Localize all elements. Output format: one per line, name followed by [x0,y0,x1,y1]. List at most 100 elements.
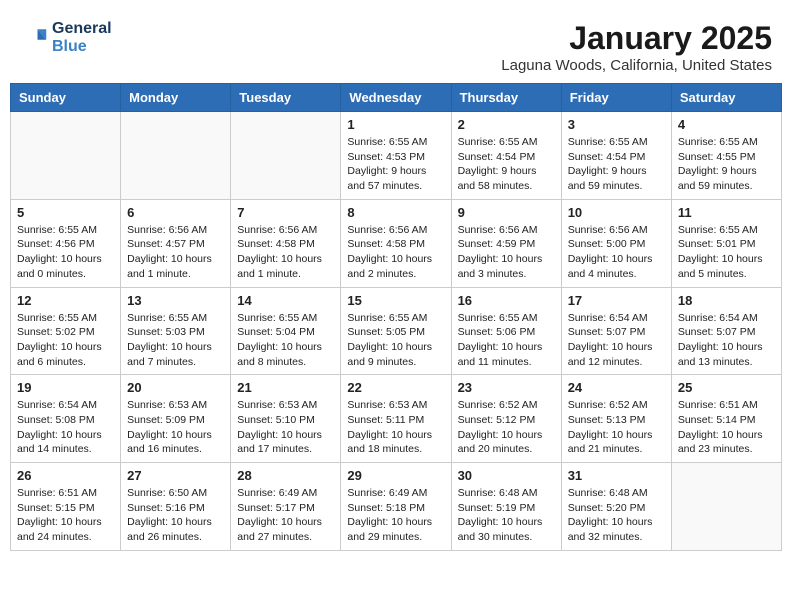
calendar-cell: 12Sunrise: 6:55 AM Sunset: 5:02 PM Dayli… [11,287,121,375]
calendar-cell: 20 Sunrise: 6:53 AM Sunset: 5:09 PM Dayli… [121,375,231,463]
day-info: Sunrise: 6:56 AM Sunset: 4:57 PM Dayligh… [127,223,224,282]
day-info: Sunrise: 6:48 AM Sunset: 5:19 PM Dayligh… [458,486,555,545]
month-title: January 2025 [501,20,772,57]
day-number: 2 [458,117,555,132]
day-number: 18 [678,293,775,308]
day-number: 4 [678,117,775,132]
day-info: Sunrise: 6:51 AM Sunset: 5:15 PM Dayligh… [17,486,114,545]
calendar-cell: 6 Sunrise: 6:56 AM Sunset: 4:57 PM Daylig… [121,199,231,287]
day-info: Sunrise: 6:56 AM Sunset: 4:58 PM Dayligh… [347,223,444,282]
day-number: 21 [237,380,334,395]
day-info: Sunrise: 6:48 AM Sunset: 5:20 PM Dayligh… [568,486,665,545]
day-number: 30 [458,468,555,483]
day-number: 20 [127,380,224,395]
page-header: General Blue January 2025 Laguna Woods, … [10,10,782,79]
calendar-cell: 28 Sunrise: 6:49 AM Sunset: 5:17 PM Dayli… [231,463,341,551]
calendar-cell [121,112,231,200]
day-info: Sunrise: 6:55 AM Sunset: 5:01 PM Dayligh… [678,223,775,282]
calendar-cell: 8 Sunrise: 6:56 AM Sunset: 4:58 PM Daylig… [341,199,451,287]
day-number: 12 [17,293,114,308]
day-number: 13 [127,293,224,308]
day-info: Sunrise: 6:52 AM Sunset: 5:12 PM Dayligh… [458,398,555,457]
calendar-week-1: 1Sunrise: 6:55 AM Sunset: 4:53 PM Daylig… [11,112,782,200]
day-number: 28 [237,468,334,483]
calendar-cell [671,463,781,551]
day-info: Sunrise: 6:55 AM Sunset: 5:05 PM Dayligh… [347,311,444,370]
logo: General Blue [20,20,112,56]
day-info: Sunrise: 6:54 AM Sunset: 5:07 PM Dayligh… [568,311,665,370]
day-number: 24 [568,380,665,395]
calendar-cell: 4 Sunrise: 6:55 AM Sunset: 4:55 PM Daylig… [671,112,781,200]
weekday-header-row: SundayMondayTuesdayWednesdayThursdayFrid… [11,84,782,112]
calendar-cell: 7 Sunrise: 6:56 AM Sunset: 4:58 PM Daylig… [231,199,341,287]
day-info: Sunrise: 6:55 AM Sunset: 4:54 PM Dayligh… [568,135,665,194]
calendar-cell: 24Sunrise: 6:52 AM Sunset: 5:13 PM Dayli… [561,375,671,463]
day-info: Sunrise: 6:50 AM Sunset: 5:16 PM Dayligh… [127,486,224,545]
day-number: 26 [17,468,114,483]
calendar-week-4: 19Sunrise: 6:54 AM Sunset: 5:08 PM Dayli… [11,375,782,463]
day-info: Sunrise: 6:53 AM Sunset: 5:09 PM Dayligh… [127,398,224,457]
day-info: Sunrise: 6:49 AM Sunset: 5:18 PM Dayligh… [347,486,444,545]
calendar-cell: 22 Sunrise: 6:53 AM Sunset: 5:11 PM Dayli… [341,375,451,463]
calendar-cell: 11 Sunrise: 6:55 AM Sunset: 5:01 PM Dayli… [671,199,781,287]
calendar-cell: 3 Sunrise: 6:55 AM Sunset: 4:54 PM Daylig… [561,112,671,200]
day-number: 3 [568,117,665,132]
day-number: 11 [678,205,775,220]
calendar-cell: 27 Sunrise: 6:50 AM Sunset: 5:16 PM Dayli… [121,463,231,551]
calendar-cell: 25 Sunrise: 6:51 AM Sunset: 5:14 PM Dayli… [671,375,781,463]
day-number: 16 [458,293,555,308]
day-info: Sunrise: 6:54 AM Sunset: 5:07 PM Dayligh… [678,311,775,370]
day-number: 23 [458,380,555,395]
day-number: 7 [237,205,334,220]
day-number: 14 [237,293,334,308]
day-info: Sunrise: 6:55 AM Sunset: 4:55 PM Dayligh… [678,135,775,194]
day-number: 8 [347,205,444,220]
calendar-cell: 26 Sunrise: 6:51 AM Sunset: 5:15 PM Dayli… [11,463,121,551]
calendar-cell: 19Sunrise: 6:54 AM Sunset: 5:08 PM Dayli… [11,375,121,463]
day-info: Sunrise: 6:56 AM Sunset: 4:58 PM Dayligh… [237,223,334,282]
weekday-header-wednesday: Wednesday [341,84,451,112]
location-title: Laguna Woods, California, United States [501,57,772,74]
calendar-cell: 18 Sunrise: 6:54 AM Sunset: 5:07 PM Dayli… [671,287,781,375]
day-number: 25 [678,380,775,395]
day-info: Sunrise: 6:53 AM Sunset: 5:10 PM Dayligh… [237,398,334,457]
day-info: Sunrise: 6:55 AM Sunset: 5:04 PM Dayligh… [237,311,334,370]
day-number: 6 [127,205,224,220]
calendar-cell: 16 Sunrise: 6:55 AM Sunset: 5:06 PM Dayli… [451,287,561,375]
calendar-cell: 29Sunrise: 6:49 AM Sunset: 5:18 PM Dayli… [341,463,451,551]
weekday-header-monday: Monday [121,84,231,112]
day-info: Sunrise: 6:51 AM Sunset: 5:14 PM Dayligh… [678,398,775,457]
day-info: Sunrise: 6:54 AM Sunset: 5:08 PM Dayligh… [17,398,114,457]
day-info: Sunrise: 6:55 AM Sunset: 4:56 PM Dayligh… [17,223,114,282]
calendar-week-5: 26 Sunrise: 6:51 AM Sunset: 5:15 PM Dayli… [11,463,782,551]
day-number: 1 [347,117,444,132]
calendar-cell [11,112,121,200]
day-info: Sunrise: 6:49 AM Sunset: 5:17 PM Dayligh… [237,486,334,545]
calendar-cell: 30 Sunrise: 6:48 AM Sunset: 5:19 PM Dayli… [451,463,561,551]
weekday-header-saturday: Saturday [671,84,781,112]
day-info: Sunrise: 6:55 AM Sunset: 5:06 PM Dayligh… [458,311,555,370]
calendar-cell: 31 Sunrise: 6:48 AM Sunset: 5:20 PM Dayli… [561,463,671,551]
title-area: January 2025 Laguna Woods, California, U… [501,20,772,74]
day-number: 27 [127,468,224,483]
weekday-header-friday: Friday [561,84,671,112]
day-info: Sunrise: 6:56 AM Sunset: 4:59 PM Dayligh… [458,223,555,282]
day-number: 9 [458,205,555,220]
calendar-cell: 14 Sunrise: 6:55 AM Sunset: 5:04 PM Dayli… [231,287,341,375]
day-info: Sunrise: 6:53 AM Sunset: 5:11 PM Dayligh… [347,398,444,457]
calendar-week-3: 12Sunrise: 6:55 AM Sunset: 5:02 PM Dayli… [11,287,782,375]
calendar-cell: 9 Sunrise: 6:56 AM Sunset: 4:59 PM Daylig… [451,199,561,287]
day-info: Sunrise: 6:55 AM Sunset: 5:03 PM Dayligh… [127,311,224,370]
day-info: Sunrise: 6:55 AM Sunset: 4:54 PM Dayligh… [458,135,555,194]
weekday-header-tuesday: Tuesday [231,84,341,112]
calendar-cell [231,112,341,200]
day-number: 31 [568,468,665,483]
day-info: Sunrise: 6:56 AM Sunset: 5:00 PM Dayligh… [568,223,665,282]
logo-text: General Blue [52,20,112,56]
calendar-cell: 17Sunrise: 6:54 AM Sunset: 5:07 PM Dayli… [561,287,671,375]
calendar-cell: 21 Sunrise: 6:53 AM Sunset: 5:10 PM Dayli… [231,375,341,463]
calendar-week-2: 5Sunrise: 6:55 AM Sunset: 4:56 PM Daylig… [11,199,782,287]
day-number: 22 [347,380,444,395]
weekday-header-thursday: Thursday [451,84,561,112]
day-number: 10 [568,205,665,220]
